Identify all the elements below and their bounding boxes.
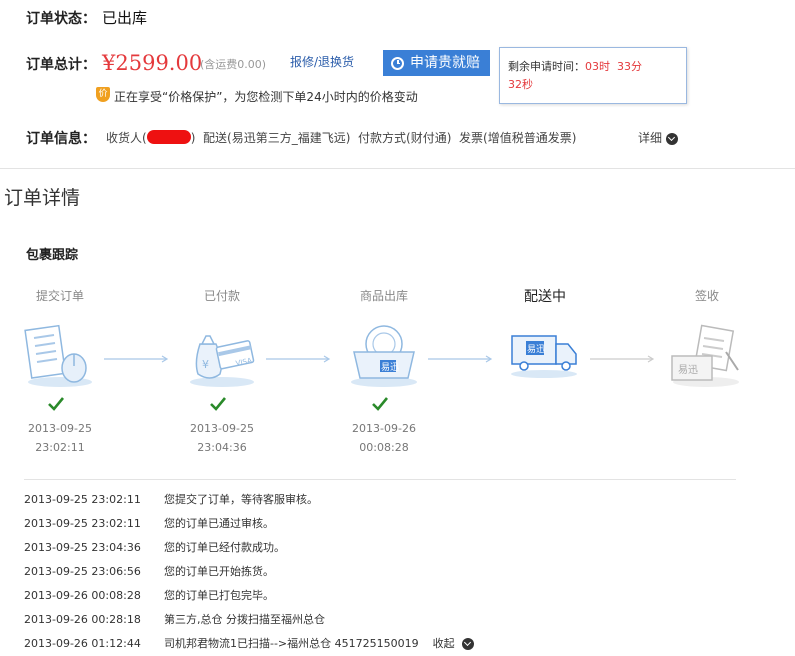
log-text: 您的订单已打包完毕。 [164, 589, 274, 602]
step-date-paid: 2013-09-25 23:04:36 [167, 419, 277, 457]
step-date: 2013-09-26 [352, 422, 416, 435]
claim-button-label: 申请贵就赔 [410, 55, 480, 71]
payment-icon: ¥ VISA [190, 335, 255, 387]
popup-minutes: 33分 [617, 60, 642, 73]
log-text: 您提交了订单，等待客服审核。 [164, 493, 318, 506]
order-total-label: 订单总计： [26, 57, 96, 73]
delivery-truck-icon: 易迅 [511, 335, 577, 378]
detail-title: 订单详情 [4, 187, 81, 209]
order-status-value: 已出库 [102, 9, 148, 27]
signed-icon: 易迅 [671, 324, 739, 387]
step-date: 2013-09-25 [190, 422, 254, 435]
clock-icon [391, 56, 404, 70]
popup-prefix: 剩余申请时间： [508, 60, 585, 73]
popup-seconds: 32秒 [508, 78, 533, 91]
log-time: 2013-09-25 23:06:56 [24, 565, 141, 578]
step-label-signed: 签收 [694, 289, 719, 303]
price-protect-icon: 价 [96, 87, 110, 102]
step-date-submit: 2013-09-25 23:02:11 [5, 419, 115, 457]
remaining-time-popup: 剩余申请时间：03时 33分 32秒 [499, 47, 687, 104]
tracking-title: 包裹跟踪 [26, 248, 79, 263]
check-icon [210, 397, 227, 411]
truck-brand: 易迅 [527, 344, 545, 355]
receiver-suffix: ) [190, 131, 196, 145]
invoice-info: 发票(增值税普通发票) [459, 131, 577, 145]
log-time: 2013-09-25 23:02:11 [24, 493, 141, 506]
log-row: 2013-09-25 23:04:36 您的订单已经付款成功。 [24, 536, 474, 560]
log-row: 2013-09-25 23:06:56 您的订单已开始拣货。 [24, 560, 474, 584]
log-divider [24, 479, 736, 480]
claim-button[interactable]: 申请贵就赔 [383, 50, 490, 76]
chevron-down-icon [461, 638, 474, 650]
log-time: 2013-09-26 00:08:28 [24, 589, 141, 602]
order-info-label: 订单信息： [26, 131, 96, 147]
arrow-icon [428, 355, 493, 363]
log-row: 2013-09-25 23:02:11 您提交了订单，等待客服审核。 [24, 488, 474, 512]
section-divider [0, 168, 795, 169]
log-text: 您的订单已通过审核。 [164, 517, 274, 530]
receiver-redacted [146, 130, 191, 144]
price-protect-text: 正在享受“价格保护”，为您检测下单24小时内的价格变动 [114, 90, 418, 104]
step-label-delivering: 配送中 [524, 289, 566, 305]
step-label-paid: 已付款 [203, 289, 240, 303]
svg-text:¥: ¥ [202, 358, 209, 371]
step-date-outbound: 2013-09-26 00:08:28 [329, 419, 439, 457]
step-label-submit: 提交订单 [35, 289, 84, 303]
check-icon [48, 397, 65, 411]
log-time: 2013-09-26 01:12:44 [24, 637, 141, 650]
repair-return-link[interactable]: 报修/退换货 [290, 53, 354, 70]
log-text: 您的订单已开始拣货。 [164, 565, 274, 578]
order-total-price: ¥2599.00 [102, 51, 203, 75]
arrow-icon [266, 355, 331, 363]
payment-info: 付款方式(财付通) [358, 131, 452, 145]
chevron-down-icon [665, 132, 678, 145]
order-info-items: 收货人() 配送(易迅第三方_福建飞远) 付款方式(财付通) 发票(增值税普通发… [106, 129, 576, 146]
log-time: 2013-09-26 00:28:18 [24, 613, 141, 626]
log-row: 2013-09-25 23:02:11 您的订单已通过审核。 [24, 512, 474, 536]
log-time: 2013-09-25 23:04:36 [24, 541, 141, 554]
step-time: 23:02:11 [35, 441, 85, 454]
log-row: 2013-09-26 00:28:18 第三方,总仓 分拨扫描至福州总仓 [24, 608, 474, 632]
order-status-label: 订单状态： [26, 11, 96, 27]
step-time: 00:08:28 [359, 441, 409, 454]
log-row: 2013-09-26 00:08:28 您的订单已打包完毕。 [24, 584, 474, 608]
step-time: 23:04:36 [197, 441, 247, 454]
log-text: 您的订单已经付款成功。 [164, 541, 285, 554]
log-text: 司机邦君物流1已扫描-->福州总仓 451725150019 [164, 637, 419, 650]
arrow-icon [104, 355, 169, 363]
step-date: 2013-09-25 [28, 422, 92, 435]
step-label-outbound: 商品出库 [359, 289, 408, 303]
collapse-toggle[interactable]: 收起 [433, 637, 474, 650]
shipping-fee: (含运费0.00) [200, 58, 267, 71]
delivery-info: 配送(易迅第三方_福建飞远) [203, 131, 351, 145]
detail-label: 详细 [638, 131, 663, 145]
log-text: 第三方,总仓 分拨扫描至福州总仓 [164, 613, 325, 626]
outbound-box-brand: 易迅 [381, 362, 399, 373]
log-row: 2013-09-26 01:12:44 司机邦君物流1已扫描-->福州总仓 451… [24, 632, 474, 656]
arrow-icon [590, 355, 655, 363]
collapse-label: 收起 [432, 637, 455, 650]
receiver-prefix: 收货人( [106, 131, 147, 145]
tracking-log-list: 2013-09-25 23:02:11 您提交了订单，等待客服审核。 2013-0… [24, 488, 474, 656]
check-icon [372, 397, 389, 411]
signed-box-brand: 易迅 [678, 364, 698, 376]
detail-toggle[interactable]: 详细 [638, 129, 678, 146]
outbound-box-icon: 易迅 [351, 325, 417, 387]
log-time: 2013-09-25 23:02:11 [24, 517, 141, 530]
submit-order-icon [24, 324, 92, 387]
popup-hours: 03时 [585, 60, 610, 73]
